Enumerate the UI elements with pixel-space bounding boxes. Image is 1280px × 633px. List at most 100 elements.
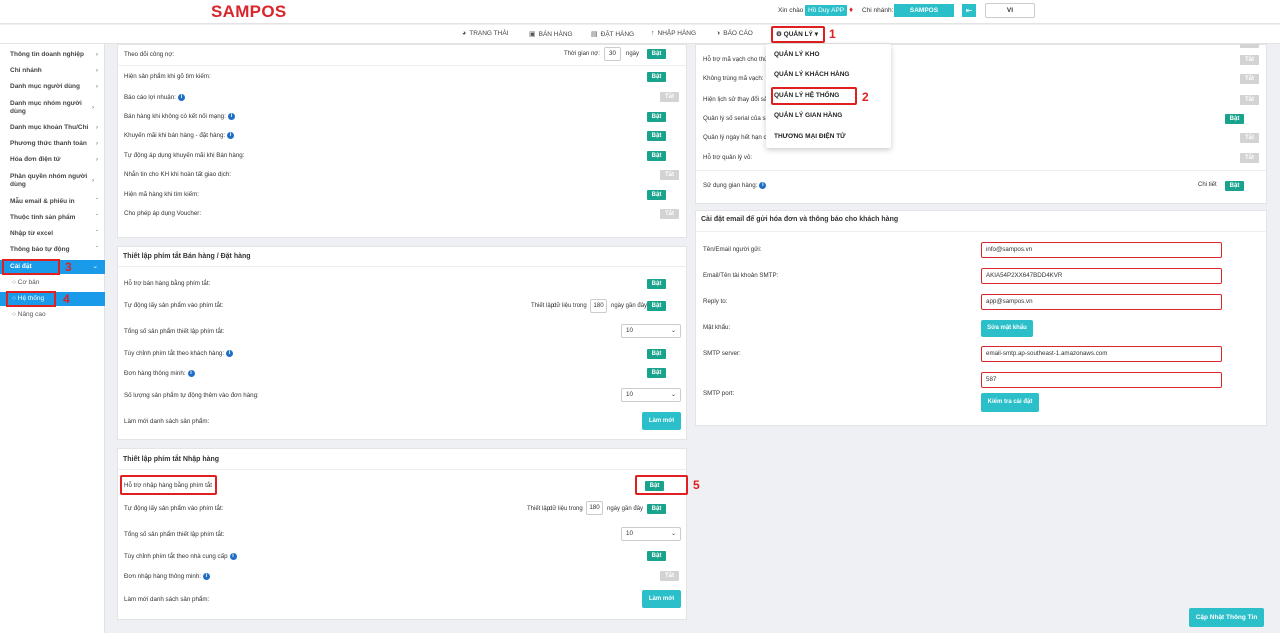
info-icon[interactable]: i [177,94,185,101]
toggle-sms[interactable]: Tắt [660,170,679,180]
sidebar-item-thuoc-tinh[interactable]: Thuộc tính sản phẩm ˆ [10,214,100,222]
toggle-profit-report[interactable]: Tắt [660,92,679,102]
sidebar-item-hoa-don[interactable]: Hóa đơn điện tử › [10,156,100,164]
refresh-button[interactable]: Làm mới [642,590,681,608]
nav-nhap-hang[interactable]: ↑ NHẬP HÀNG [651,30,696,37]
edit-password-button[interactable]: Sửa mật khẩu [981,320,1033,337]
language-select[interactable]: VI [985,3,1035,18]
sidebar-item-nhom-nguoi-dung[interactable]: Danh mục nhóm người dùng [10,100,88,116]
menu-item-quan-ly-khach-hang[interactable]: QUẢN LÝ KHÁCH HÀNG [774,71,849,78]
info-icon[interactable]: i [203,573,210,580]
toggle-smart-import[interactable]: Tắt [660,571,679,581]
logo[interactable]: SAMPOS [211,2,286,22]
toggle-debt[interactable]: Bật [647,49,666,59]
info-icon[interactable]: i [187,370,195,377]
field-label: Tên/Email người gửi: [703,246,762,253]
sidebar-item-thong-bao[interactable]: Thông báo tự động ˆ [10,246,100,254]
toggle-history[interactable]: Tắt [1240,95,1259,105]
update-info-button[interactable]: Cập Nhật Thông Tin [1189,608,1264,627]
row-text: Báo cáo lợi nhuận: [124,94,176,101]
sidebar-sub-nang-cao[interactable]: ○ Nâng cao [12,311,46,318]
nav-ban-hang[interactable]: ▣ BÁN HÀNG [529,30,573,38]
debt-time-unit: ngày [626,51,640,57]
toggle-store[interactable]: Bật [1225,181,1244,191]
toggle-supplier-shortcut[interactable]: Bật [647,551,666,561]
smtp-port-field[interactable]: 587 [981,372,1222,388]
days-input[interactable]: 180 [586,501,603,515]
sender-email-field[interactable]: info@sampos.vn [981,242,1222,258]
select-value: 10 [626,530,633,537]
info-icon[interactable]: i [226,350,234,357]
toggle-hidden-top[interactable] [1240,44,1259,48]
toggle-import-auto-fetch[interactable]: Bật [647,504,666,514]
bell-icon[interactable]: ♦ [849,6,856,14]
days-input[interactable]: 180 [590,299,607,313]
auto-add-select[interactable]: 10 ⌄ [621,388,681,402]
menu-item-thuong-mai-dien-tu[interactable]: THƯƠNG MẠI ĐIỆN TỬ [774,133,846,140]
sidebar-item-phan-quyen[interactable]: Phân quyền nhóm người dùng [10,173,88,189]
nav-label: BÁN HÀNG [538,31,573,38]
toggle-customer-shortcut[interactable]: Bật [647,349,666,359]
nav-label: NHẬP HÀNG [657,30,697,37]
detail-link[interactable]: Chi tiết [1198,182,1217,188]
info-icon[interactable]: i [227,132,235,139]
sidebar-item-nhap-excel[interactable]: Nhập từ excel ˆ [10,230,100,238]
toggle-auto-promotion[interactable]: Bật [647,151,666,161]
nav-quan-ly[interactable]: ⚙ QUẢN LÝ ▾ [771,26,825,43]
select-value: 10 [626,391,633,398]
refresh-button[interactable]: Làm mới [642,412,681,430]
toggle-auto-fetch[interactable]: Bật [647,301,666,311]
chevron-right-icon: › [95,51,98,58]
sidebar-item-thong-tin[interactable]: Thông tin doanh nghiệp › [10,51,100,59]
user-badge[interactable]: Hồ Duy APP [805,5,848,16]
toggle-expiry[interactable]: Tắt [1240,133,1259,143]
debt-time-input[interactable]: 30 [604,47,621,61]
setup-link[interactable]: Thiết lập [531,303,554,309]
test-settings-button[interactable]: Kiểm tra cài đặt [981,393,1039,412]
nav-trang-thai[interactable]: ◕ TRẠNG THÁI [462,30,508,37]
row-label: Hiện sản phẩm khi gõ tìm kiếm: [124,73,211,80]
toggle-shell[interactable]: Tắt [1240,153,1259,163]
highlight-box [771,87,857,105]
toggle-smart-order[interactable]: Bật [647,368,666,378]
toggle-promotion[interactable]: Bật [647,131,666,141]
menu-item-quan-ly-gian-hang[interactable]: QUẢN LÝ GIAN HÀNG [774,112,842,119]
sidebar-label: Thông tin doanh nghiệp [10,51,85,58]
menu-item-quan-ly-kho[interactable]: QUẢN LÝ KHO [774,51,820,58]
toggle-import-shortcut[interactable]: Bật [645,481,664,491]
sidebar-label: Hóa đơn điện tử [10,156,61,163]
toggle-show-product[interactable]: Bật [647,72,666,82]
sidebar-item-mau-email[interactable]: Mẫu email & phiếu in ˆ [10,198,100,206]
sidebar-item-chi-nhanh[interactable]: Chi nhánh › [10,67,100,75]
toggle-barcode-support[interactable]: Tắt [1240,55,1259,65]
nav-dat-hang[interactable]: ▤ ĐẶT HÀNG [591,30,634,38]
toggle-sales-shortcut[interactable]: Bật [647,279,666,289]
total-products-select[interactable]: 10 ⌄ [621,324,681,338]
toggle-offline-sales[interactable]: Bật [647,112,666,122]
chevron-right-icon: › [95,124,98,131]
sidebar-sub-co-ban[interactable]: ○ Cơ bản [12,279,39,286]
reply-to-field[interactable]: app@sampos.vn [981,294,1222,310]
import-total-select[interactable]: 10 ⌄ [621,527,681,541]
highlight-box [2,259,60,275]
info-icon[interactable]: i [229,553,237,560]
smtp-server-field[interactable]: email-smtp.ap-southeast-1.amazonaws.com [981,346,1222,362]
setup-link[interactable]: Thiết lập [527,506,550,512]
branch-select[interactable]: SAMPOS [894,4,954,17]
nav-bao-cao[interactable]: ◑ BÁO CÁO [716,30,753,37]
toggle-serial[interactable]: Bật [1225,114,1244,124]
info-icon[interactable]: i [227,113,235,120]
sidebar-item-thu-chi[interactable]: Danh mục khoản Thu/Chi › [10,124,100,132]
chevron-up-icon: ˆ [95,198,98,205]
row-text: Đơn hàng thông minh: [124,370,186,377]
nav-label: TRẠNG THÁI [469,30,509,37]
sidebar-item-nguoi-dung[interactable]: Danh mục người dùng › [10,83,100,91]
toggle-voucher[interactable]: Tắt [660,209,679,219]
row-label: Làm mới danh sách sản phẩm: [124,418,210,425]
info-icon[interactable]: i [759,182,767,189]
toggle-show-code[interactable]: Bật [647,190,666,200]
toggle-unique-barcode[interactable]: Tắt [1240,74,1259,84]
logout-icon[interactable]: ⇤ [962,4,976,17]
smtp-user-field[interactable]: AKIA54P2XX647BDD4KVR [981,268,1222,284]
sidebar-item-thanh-toan[interactable]: Phương thức thanh toán › [10,140,100,148]
